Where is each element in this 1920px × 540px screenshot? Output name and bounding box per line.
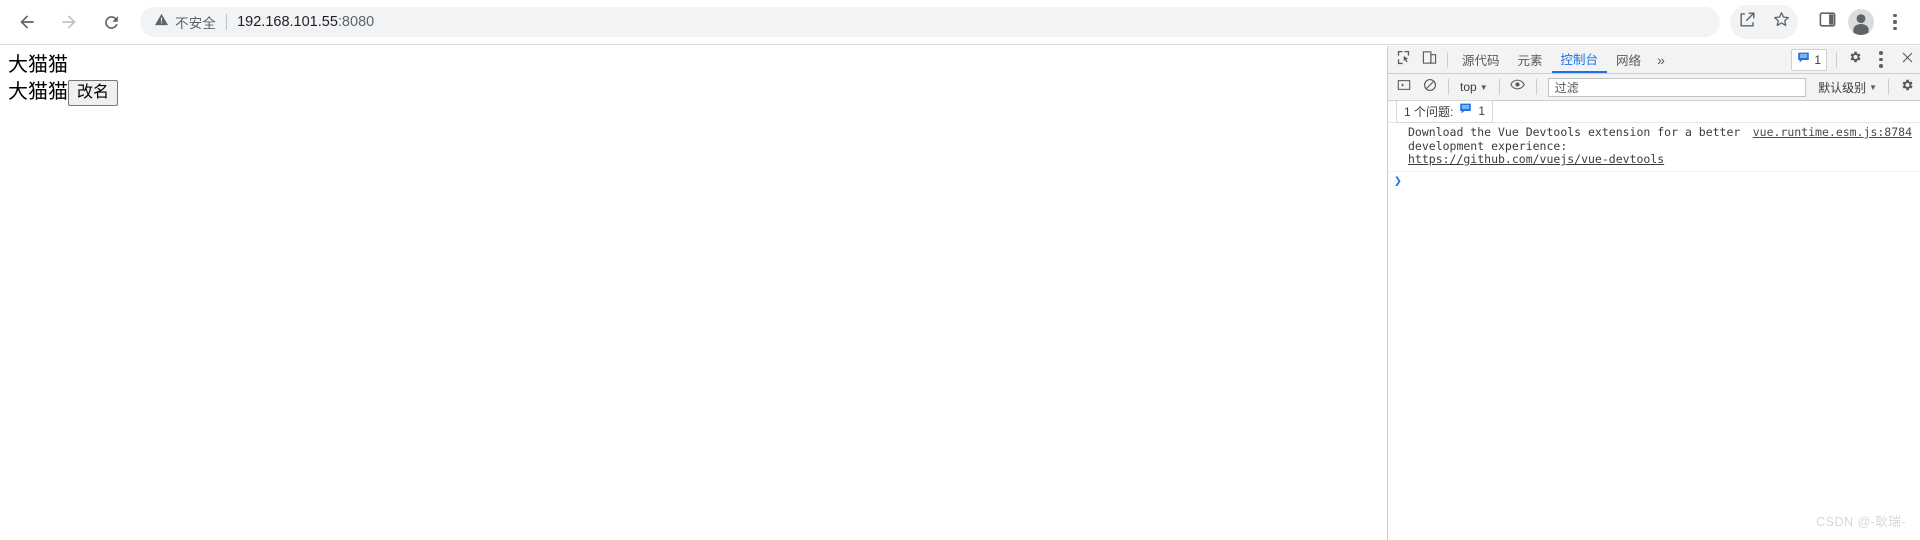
console-settings-button[interactable] [1894, 74, 1920, 100]
eye-icon [1510, 77, 1525, 97]
kebab-menu-icon [1893, 13, 1897, 31]
browser-toolbar: 不安全 192.168.101.55:8080 [0, 0, 1920, 45]
clear-console-button[interactable] [1417, 74, 1443, 100]
console-filter-placeholder: 过滤 [1554, 80, 1579, 95]
omnibox-divider [226, 14, 228, 30]
console-toolbar: top ▼ 过滤 默认级别 ▼ [1388, 74, 1920, 101]
console-filter-input[interactable]: 过滤 [1547, 77, 1807, 97]
share-button[interactable] [1730, 5, 1764, 39]
issues-chip-button[interactable]: 1 个问题: 1 [1396, 100, 1494, 123]
devtools-settings-button[interactable] [1842, 47, 1868, 73]
browser-window: 不安全 192.168.101.55:8080 大猫猫 大猫猫 改名 源代码 元… [0, 0, 1920, 540]
console-output[interactable]: vue.runtime.esm.js:8784 Download the Vue… [1388, 123, 1920, 540]
execution-context-value: top [1460, 80, 1477, 94]
chevron-down-icon: ▼ [1479, 82, 1488, 92]
prompt-caret-icon: ❯ [1394, 173, 1402, 189]
inspect-cursor-icon [1396, 50, 1411, 70]
share-bookmark-group [1730, 5, 1798, 39]
tab-sources[interactable]: 源代码 [1453, 46, 1509, 73]
devtools-tabbar: 源代码 元素 控制台 网络 » 1 [1388, 46, 1920, 74]
bookmark-button[interactable] [1764, 5, 1798, 39]
console-level-select[interactable]: 默认级别 ▼ [1812, 79, 1883, 96]
page-name-row: 大猫猫 改名 [0, 78, 1386, 106]
tab-console[interactable]: 控制台 [1551, 46, 1608, 73]
side-panel-icon [1818, 10, 1837, 34]
side-panel-button[interactable] [1810, 5, 1844, 39]
reload-button[interactable] [92, 3, 130, 41]
page-heading: 大猫猫 [8, 54, 68, 76]
url-text: 192.168.101.55:8080 [237, 14, 374, 30]
console-input-prompt[interactable]: ❯ [1388, 172, 1920, 193]
share-icon [1738, 10, 1757, 34]
console-toolbar-divider [1448, 79, 1449, 95]
live-expression-button[interactable] [1505, 74, 1531, 100]
gear-icon [1900, 78, 1914, 97]
no-entry-icon [1423, 78, 1437, 97]
kebab-menu-icon [1879, 51, 1883, 68]
console-message-source-link[interactable]: vue.runtime.esm.js:8784 [1753, 125, 1912, 140]
close-icon [1901, 51, 1914, 69]
console-sidebar-toggle[interactable] [1391, 74, 1417, 100]
console-message: vue.runtime.esm.js:8784 Download the Vue… [1388, 123, 1920, 172]
tabbar-divider [1447, 51, 1448, 68]
console-message-body: Download the Vue Devtools extension for … [1408, 125, 1741, 153]
star-icon [1772, 10, 1791, 34]
console-toolbar-divider-2 [1498, 79, 1500, 95]
devtools-close-button[interactable] [1894, 47, 1920, 73]
sidebar-panel-icon [1397, 78, 1411, 97]
console-issues-bar: 1 个问题: 1 [1388, 100, 1920, 123]
gear-icon [1848, 50, 1862, 69]
device-toggle-icon [1422, 50, 1437, 70]
tabbar-divider-2 [1836, 51, 1837, 68]
issues-label: 1 个问题: [1404, 104, 1454, 119]
message-bubble-icon [1797, 51, 1810, 69]
message-bubble-icon [1459, 102, 1472, 120]
tab-elements[interactable]: 元素 [1509, 46, 1552, 73]
message-badge-count: 1 [1814, 52, 1821, 67]
arrow-right-icon [59, 12, 79, 32]
issues-count: 1 [1478, 104, 1486, 118]
url-port: :8080 [337, 14, 375, 30]
security-indicator[interactable]: 不安全 [154, 12, 216, 32]
profile-button[interactable] [1844, 5, 1878, 39]
arrow-left-icon [17, 12, 37, 32]
inspect-element-button[interactable] [1390, 47, 1416, 73]
devtools-panel: 源代码 元素 控制台 网络 » 1 top ▼ 过滤 默认级别 ▼ 1 个问题:… [1387, 46, 1920, 540]
console-message-link[interactable]: https://github.com/vuejs/vue-devtools [1408, 152, 1664, 166]
toolbar-actions [1730, 5, 1920, 39]
rename-button[interactable]: 改名 [68, 79, 119, 106]
device-toolbar-button[interactable] [1416, 47, 1442, 73]
console-toolbar-divider-3 [1535, 79, 1537, 95]
tab-network[interactable]: 网络 [1607, 46, 1650, 73]
csdn-watermark: CSDN @-耿瑞- [1816, 515, 1906, 529]
console-level-value: 默认级别 [1818, 80, 1867, 95]
url-host: 192.168.101.55 [237, 14, 338, 30]
execution-context-select[interactable]: top ▼ [1454, 80, 1494, 94]
issues-badge-button[interactable]: 1 [1791, 48, 1827, 71]
console-toolbar-divider-4 [1888, 79, 1889, 95]
back-button[interactable] [8, 3, 46, 41]
warning-triangle-icon [154, 12, 169, 32]
security-label: 不安全 [175, 16, 217, 31]
address-bar[interactable]: 不安全 192.168.101.55:8080 [140, 7, 1720, 37]
reload-icon [102, 13, 121, 32]
avatar [1848, 9, 1874, 35]
browser-menu-button[interactable] [1878, 5, 1912, 39]
chevron-down-icon: ▼ [1869, 82, 1877, 92]
devtools-menu-button[interactable] [1868, 47, 1894, 73]
page-viewport: 大猫猫 大猫猫 改名 [0, 46, 1386, 540]
forward-button[interactable] [50, 3, 88, 41]
more-tabs-button[interactable]: » [1650, 46, 1672, 73]
page-name-text: 大猫猫 [8, 80, 68, 103]
